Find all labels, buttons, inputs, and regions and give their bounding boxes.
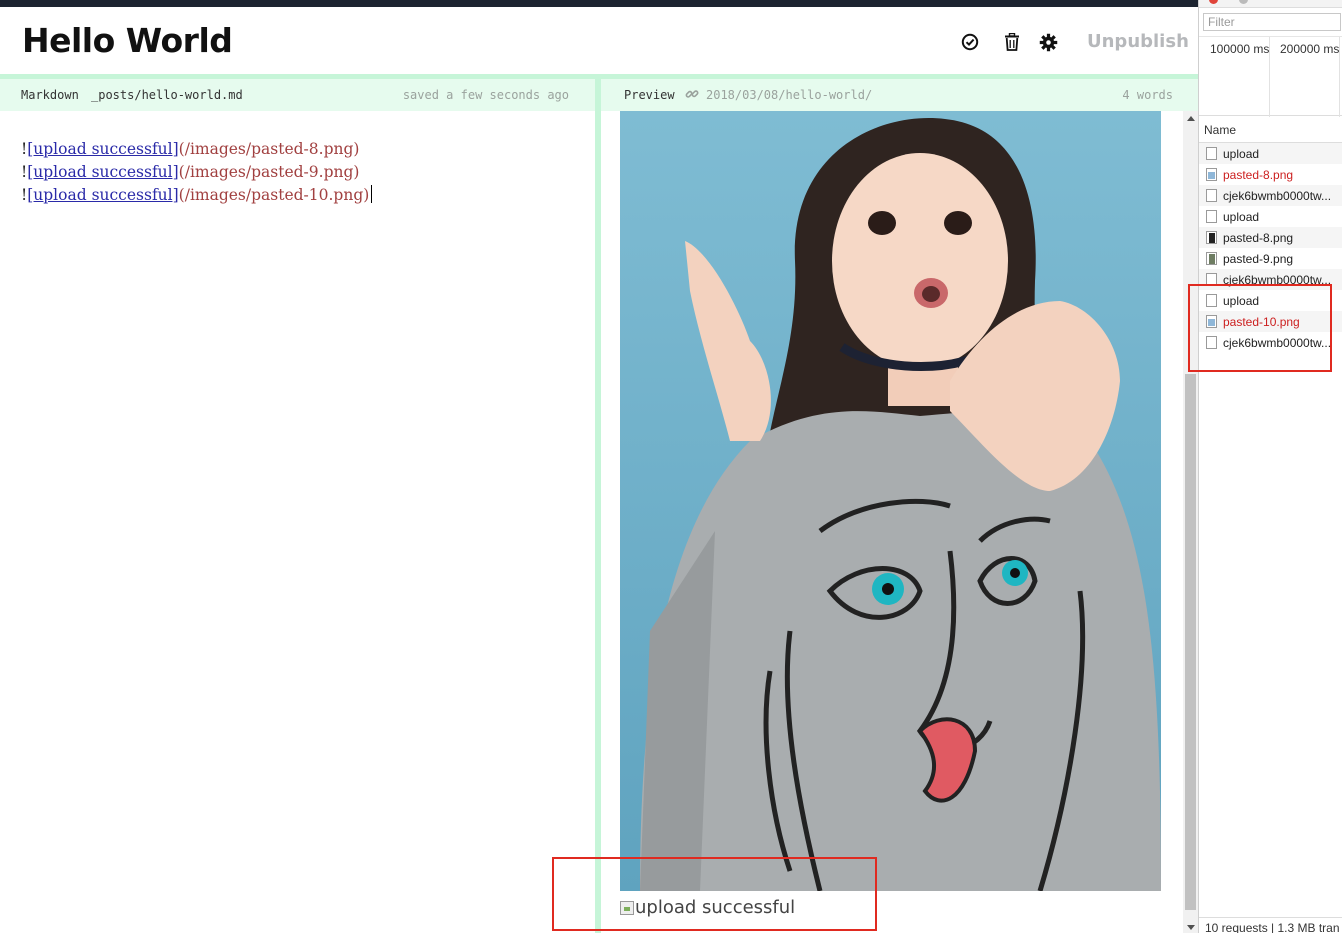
request-name: cjek6bwmb0000tw... — [1223, 335, 1332, 350]
scrollbar-thumb[interactable] — [1185, 374, 1196, 910]
image-url: (/images/pasted-9.png) — [178, 163, 360, 181]
editor-header: Hello World Unpublish — [0, 7, 1198, 74]
timeline-tick: 200000 ms — [1280, 42, 1340, 56]
text-caret — [371, 185, 373, 203]
markdown-editor[interactable]: ![upload successful](/images/pasted-8.pn… — [0, 111, 595, 933]
clear-icon[interactable] — [1239, 0, 1248, 4]
image-alt-text: [upload successful] — [27, 186, 179, 204]
request-row[interactable]: cjek6bwmb0000tw... — [1199, 332, 1342, 353]
gear-icon[interactable] — [1038, 32, 1058, 52]
broken-image-icon — [620, 900, 634, 915]
file-path: _posts/hello-world.md — [91, 88, 243, 102]
link-icon[interactable] — [685, 87, 699, 104]
trash-icon[interactable] — [1002, 32, 1022, 52]
file-icon — [1206, 336, 1217, 349]
record-icon[interactable] — [1209, 0, 1218, 4]
preview-pane-bar: Preview 2018/03/08/hello-world/ 4 words — [601, 79, 1198, 111]
word-count: 4 words — [1122, 88, 1173, 102]
request-name: upload — [1223, 209, 1260, 224]
network-status-bar: 10 requests | 1.3 MB tran — [1199, 917, 1342, 933]
devtools-toolbar — [1199, 0, 1342, 8]
request-name: upload — [1223, 293, 1260, 308]
save-status: saved a few seconds ago — [402, 88, 569, 102]
preview-url[interactable]: 2018/03/08/hello-world/ — [706, 88, 872, 102]
image-file-icon — [1206, 315, 1217, 328]
request-name: pasted-8.png — [1223, 167, 1294, 182]
editor-line[interactable]: ![upload successful](/images/pasted-9.pn… — [21, 161, 595, 184]
devtools-network-panel: Filter 100000 ms 200000 ms Name upload p… — [1198, 0, 1342, 933]
image-file-icon — [1206, 168, 1217, 181]
request-row[interactable]: pasted-8.png — [1199, 164, 1342, 185]
editor-line[interactable]: ![upload successful](/images/pasted-10.p… — [21, 184, 595, 207]
request-name: pasted-10.png — [1223, 314, 1300, 329]
preview-label: Preview — [624, 88, 675, 102]
request-row[interactable]: cjek6bwmb0000tw... — [1199, 269, 1342, 290]
request-name: pasted-8.png — [1223, 230, 1294, 245]
file-icon — [1206, 273, 1217, 286]
preview-image — [620, 111, 1161, 891]
request-row[interactable]: pasted-10.png — [1199, 311, 1342, 332]
image-file-icon — [1206, 252, 1217, 265]
request-name: upload — [1223, 146, 1260, 161]
request-row[interactable]: upload — [1199, 206, 1342, 227]
unpublish-button[interactable]: Unpublish — [1087, 31, 1189, 52]
file-icon — [1206, 147, 1217, 160]
scroll-down-arrow-icon[interactable] — [1187, 925, 1195, 930]
image-url: (/images/pasted-8.png) — [178, 140, 360, 158]
timeline-tick: 100000 ms — [1210, 42, 1270, 56]
name-column-header[interactable]: Name — [1199, 117, 1342, 143]
window-top-strip — [0, 0, 1198, 7]
broken-image-alt: upload successful — [635, 897, 796, 918]
editor-line[interactable]: ![upload successful](/images/pasted-8.pn… — [21, 138, 595, 161]
request-name: cjek6bwmb0000tw... — [1223, 188, 1332, 203]
request-row[interactable]: cjek6bwmb0000tw... — [1199, 185, 1342, 206]
post-title[interactable]: Hello World — [22, 21, 233, 60]
request-name: pasted-9.png — [1223, 251, 1294, 266]
request-row[interactable]: upload — [1199, 290, 1342, 311]
request-name: cjek6bwmb0000tw... — [1223, 272, 1332, 287]
name-header-label: Name — [1204, 123, 1237, 137]
network-timeline[interactable]: 100000 ms 200000 ms — [1199, 36, 1342, 117]
editor-pane-bar: Markdown _posts/hello-world.md saved a f… — [0, 79, 595, 111]
filter-input[interactable]: Filter — [1203, 13, 1341, 31]
image-alt-text: [upload successful] — [27, 163, 179, 181]
scroll-up-arrow-icon[interactable] — [1187, 116, 1195, 121]
preview-pane[interactable]: upload successful — [601, 111, 1183, 933]
request-row[interactable]: pasted-9.png — [1199, 248, 1342, 269]
check-circle-icon[interactable] — [960, 32, 980, 52]
request-row[interactable]: pasted-8.png — [1199, 227, 1342, 248]
image-file-icon — [1206, 231, 1217, 244]
preview-scrollbar[interactable] — [1183, 111, 1198, 933]
broken-image: upload successful — [620, 897, 795, 918]
request-list: upload pasted-8.png cjek6bwmb0000tw... u… — [1199, 143, 1342, 353]
image-alt-text: [upload successful] — [27, 140, 179, 158]
image-url: (/images/pasted-10.png) — [178, 186, 370, 204]
file-icon — [1206, 189, 1217, 202]
file-icon — [1206, 210, 1217, 223]
editor-mode-label: Markdown — [21, 88, 79, 102]
request-row[interactable]: upload — [1199, 143, 1342, 164]
file-icon — [1206, 294, 1217, 307]
